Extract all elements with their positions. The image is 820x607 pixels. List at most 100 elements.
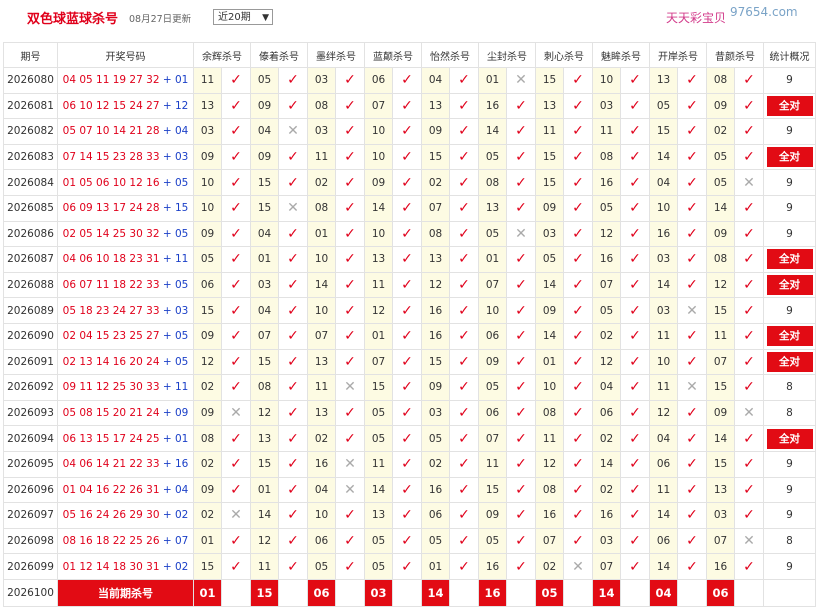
kill-number-cell: 14	[364, 194, 393, 222]
check-icon: ✓	[563, 425, 593, 452]
period-cell: 2026098	[3, 527, 58, 555]
col-expert-header: 魅眸杀号	[592, 42, 650, 68]
kill-number-cell: 14	[649, 502, 678, 529]
period-cell: 2026097	[3, 502, 58, 529]
empty-cell	[734, 578, 764, 607]
cross-icon: ✕	[506, 67, 536, 94]
check-icon: ✓	[392, 246, 422, 273]
empty-cell	[278, 578, 308, 607]
plus-sign: +	[159, 202, 175, 215]
check-icon: ✓	[620, 246, 650, 273]
draw-cell: 02 05 14 25 30 32 + 05	[57, 220, 194, 248]
plus-sign: +	[159, 509, 175, 522]
kill-number-cell: 02	[421, 169, 450, 196]
check-icon: ✓	[392, 322, 422, 350]
check-icon: ✓	[221, 143, 251, 171]
current-kill-number: 14	[421, 578, 450, 607]
red-balls: 06 10 12 15 24 27	[62, 99, 160, 112]
period-cell: 2026096	[3, 476, 58, 504]
stat-cell: 全对	[763, 425, 816, 452]
kill-number-cell: 15	[535, 143, 564, 171]
kill-number-cell: 08	[478, 169, 507, 196]
check-icon: ✓	[392, 399, 422, 427]
check-icon: ✓	[392, 374, 422, 401]
kill-number-cell: 05	[307, 553, 336, 580]
period-cell: 2026083	[3, 143, 58, 171]
kill-number-cell: 07	[535, 527, 564, 555]
check-icon: ✓	[563, 476, 593, 504]
kill-number-cell: 03	[307, 67, 336, 94]
table-row: 2026090 02 04 15 23 25 27 + 05 09 ✓ 07 ✓ 07 ✓ 01…	[3, 322, 816, 350]
stat-cell: 9	[763, 194, 816, 222]
kill-number-cell: 07	[706, 348, 735, 376]
check-icon: ✓	[449, 502, 479, 529]
kill-number-cell: 11	[649, 476, 678, 504]
red-balls: 02 13 14 16 20 24	[62, 355, 160, 368]
check-icon: ✓	[221, 246, 251, 273]
stat-cell: 9	[763, 67, 816, 94]
period-range-value: 近20期	[218, 12, 251, 23]
table-row: 2026080 04 05 11 19 27 32 + 01 11 ✓ 05 ✓ 03 ✓ 06…	[3, 67, 816, 94]
check-icon: ✓	[677, 450, 707, 478]
check-icon: ✓	[392, 450, 422, 478]
plus-sign: +	[159, 253, 175, 266]
cross-icon: ✕	[734, 527, 764, 555]
check-icon: ✓	[677, 194, 707, 222]
kill-number-cell: 16	[649, 220, 678, 248]
kill-number-cell: 14	[478, 118, 507, 145]
check-icon: ✓	[677, 348, 707, 376]
stat-cell: 全对	[763, 322, 816, 350]
check-icon: ✓	[278, 297, 308, 324]
kill-number-cell: 05	[364, 425, 393, 452]
kill-number-cell: 16	[592, 169, 621, 196]
table-row: 2026092 09 11 12 25 30 33 + 11 02 ✓ 08 ✓ 11 ✕ 15…	[3, 374, 816, 401]
check-icon: ✓	[506, 348, 536, 376]
current-kill-number: 06	[307, 578, 336, 607]
check-icon: ✓	[278, 527, 308, 555]
check-icon: ✓	[392, 143, 422, 171]
check-icon: ✓	[563, 322, 593, 350]
empty-cell	[392, 578, 422, 607]
check-icon: ✓	[278, 425, 308, 452]
current-kill-number: 16	[478, 578, 507, 607]
kill-number-cell: 08	[193, 425, 222, 452]
check-icon: ✓	[221, 374, 251, 401]
kill-number-cell: 06	[421, 502, 450, 529]
brand-link[interactable]: 天天彩宝贝	[666, 9, 726, 26]
kill-number-cell: 04	[250, 118, 279, 145]
kill-number-cell: 10	[364, 220, 393, 248]
check-icon: ✓	[392, 271, 422, 299]
draw-cell: 05 16 24 26 29 30 + 02	[57, 502, 194, 529]
kill-number-cell: 08	[535, 399, 564, 427]
kill-number-cell: 16	[421, 476, 450, 504]
hit-count: 9	[786, 125, 793, 138]
period-cell: 2026086	[3, 220, 58, 248]
kill-number-cell: 04	[250, 220, 279, 248]
table-row: 2026085 06 09 13 17 24 28 + 15 10 ✓ 15 ✕ 08 ✓ 14…	[3, 194, 816, 222]
period-cell: 2026093	[3, 399, 58, 427]
check-icon: ✓	[278, 502, 308, 529]
check-icon: ✓	[335, 67, 365, 94]
blue-ball: 11	[174, 381, 189, 394]
current-kill-number: 01	[193, 578, 222, 607]
kill-number-cell: 07	[592, 553, 621, 580]
check-icon: ✓	[449, 194, 479, 222]
kill-number-cell: 04	[250, 297, 279, 324]
kill-number-cell: 14	[649, 271, 678, 299]
plus-sign: +	[159, 534, 175, 547]
period-range-select[interactable]: 近20期 ▼	[213, 9, 273, 25]
check-icon: ✓	[506, 425, 536, 452]
blue-ball: 16	[174, 458, 189, 471]
red-balls: 01 05 06 10 12 16	[62, 176, 160, 189]
current-period-row: 2026100 当前期杀号 01 15 06 03 14 16 05 14 04 06	[3, 578, 816, 607]
kill-number-cell: 13	[535, 92, 564, 120]
kill-number-cell: 05	[250, 67, 279, 94]
kill-number-cell: 10	[649, 194, 678, 222]
kill-number-cell: 06	[307, 527, 336, 555]
blue-ball: 01	[174, 432, 189, 445]
kill-number-cell: 13	[478, 194, 507, 222]
plus-sign: +	[159, 560, 175, 573]
check-icon: ✓	[392, 194, 422, 222]
check-icon: ✓	[506, 118, 536, 145]
kill-number-cell: 03	[592, 527, 621, 555]
